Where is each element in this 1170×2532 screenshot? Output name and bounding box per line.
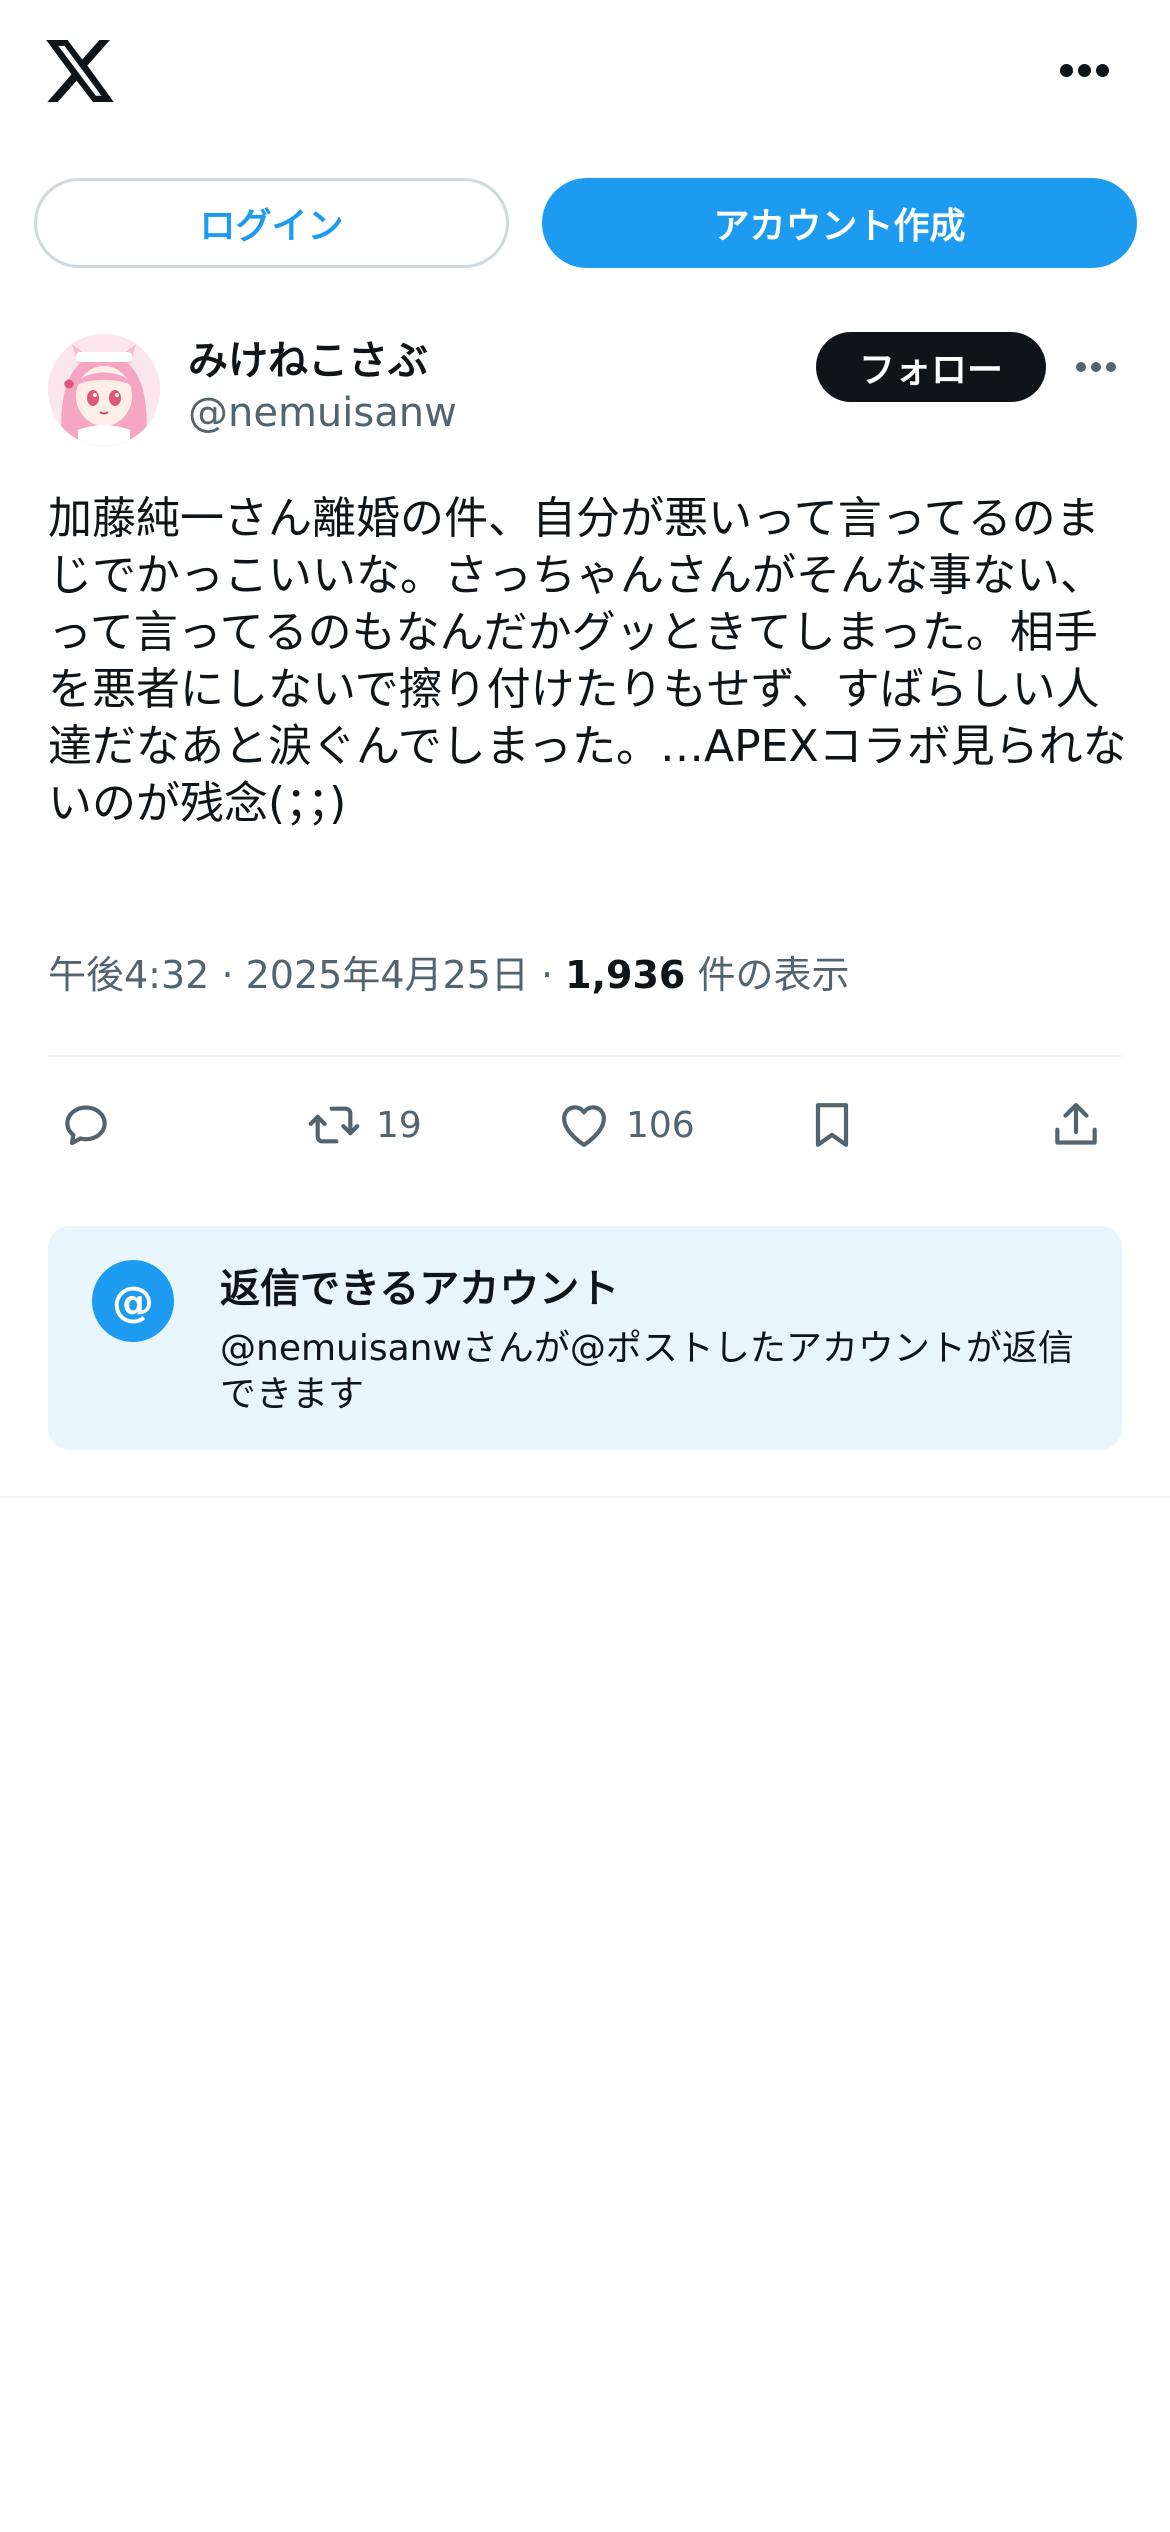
tweet-time[interactable]: 午後4:32 (48, 953, 209, 997)
user-handle[interactable]: @nemuisanw (188, 390, 457, 436)
tweet-meta: 午後4:32 · 2025年4月25日 · 1,936 件の表示 (48, 944, 849, 999)
at-icon: @ (92, 1260, 174, 1342)
reply-icon (65, 1105, 107, 1146)
bookmark-icon (815, 1103, 849, 1147)
divider (0, 1496, 1170, 1498)
avatar-image (48, 334, 160, 446)
retweet-icon (308, 1106, 360, 1144)
login-button[interactable]: ログイン (34, 178, 509, 268)
follow-button[interactable]: フォロー (816, 332, 1046, 402)
heart-icon (562, 1105, 606, 1147)
top-bar (0, 0, 1170, 150)
reply-button[interactable] (58, 1090, 114, 1160)
like-button[interactable]: 106 (556, 1090, 695, 1160)
tweet-more-icon[interactable] (1076, 362, 1116, 374)
avatar[interactable] (48, 334, 160, 446)
divider (48, 1055, 1122, 1057)
reply-restriction-description: @nemuisanwさんが@ポストしたアカウントが返信できます (220, 1328, 1074, 1415)
views-count: 1,936 (565, 953, 686, 997)
x-logo-icon[interactable] (46, 40, 114, 102)
like-count: 106 (626, 1104, 695, 1146)
bookmark-button[interactable] (804, 1090, 860, 1160)
reply-restriction-title: 返信できるアカウント (220, 1266, 620, 1312)
reply-restriction-box: @ 返信できるアカウント @nemuisanwさんが@ポストしたアカウントが返信… (48, 1226, 1122, 1450)
meta-separator: · (221, 953, 234, 997)
retweet-button[interactable]: 19 (306, 1090, 422, 1160)
views-label: 件の表示 (697, 953, 850, 997)
tweet-text: 加藤純一さん離婚の件、自分が悪いって言ってるのまじでかっこいいな。さっちゃんさん… (48, 493, 1127, 829)
meta-separator: · (540, 953, 554, 997)
share-button[interactable] (1048, 1090, 1104, 1160)
create-account-button[interactable]: アカウント作成 (542, 178, 1137, 268)
retweet-count: 19 (376, 1104, 422, 1146)
more-horizontal-icon[interactable] (1060, 64, 1110, 80)
tweet-date[interactable]: 2025年4月25日 (246, 953, 529, 997)
share-icon (1055, 1103, 1097, 1145)
display-name[interactable]: みけねこさぶ (188, 328, 428, 386)
